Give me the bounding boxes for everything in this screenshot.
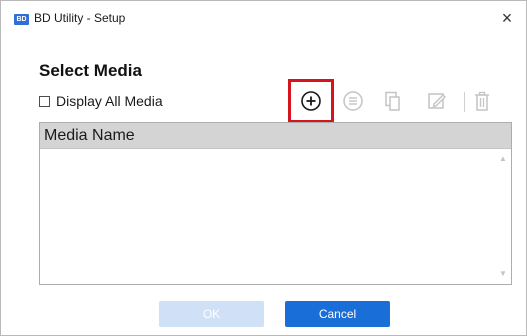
close-button[interactable]: × [494, 5, 520, 31]
app-icon: BD [14, 14, 29, 25]
cancel-button[interactable]: Cancel [285, 301, 390, 327]
toolbar-separator [464, 92, 465, 112]
display-all-media-label: Display All Media [56, 93, 163, 109]
page-title: Select Media [39, 61, 142, 80]
setup-dialog: BD BD Utility - Setup × Select Media Dis… [0, 0, 527, 336]
ok-button[interactable]: OK [159, 301, 264, 327]
window-title: BD Utility - Setup [34, 11, 126, 25]
title-bar: BD BD Utility - Setup × [1, 1, 526, 37]
list-scrollbar[interactable]: ▲ ▼ [495, 149, 511, 284]
list-details-icon[interactable] [342, 90, 364, 112]
scroll-down-arrow-icon[interactable]: ▼ [499, 270, 507, 278]
edit-icon[interactable] [426, 90, 448, 112]
copy-icon[interactable] [382, 90, 404, 112]
display-all-media-option[interactable]: Display All Media [39, 93, 163, 109]
column-header-media-name[interactable]: Media Name [40, 123, 511, 149]
scroll-up-arrow-icon[interactable]: ▲ [499, 155, 507, 163]
display-all-media-checkbox[interactable] [39, 95, 50, 107]
add-button-highlight [288, 79, 334, 123]
media-list[interactable]: Media Name ▲ ▼ [39, 122, 512, 285]
delete-icon[interactable] [471, 90, 493, 112]
